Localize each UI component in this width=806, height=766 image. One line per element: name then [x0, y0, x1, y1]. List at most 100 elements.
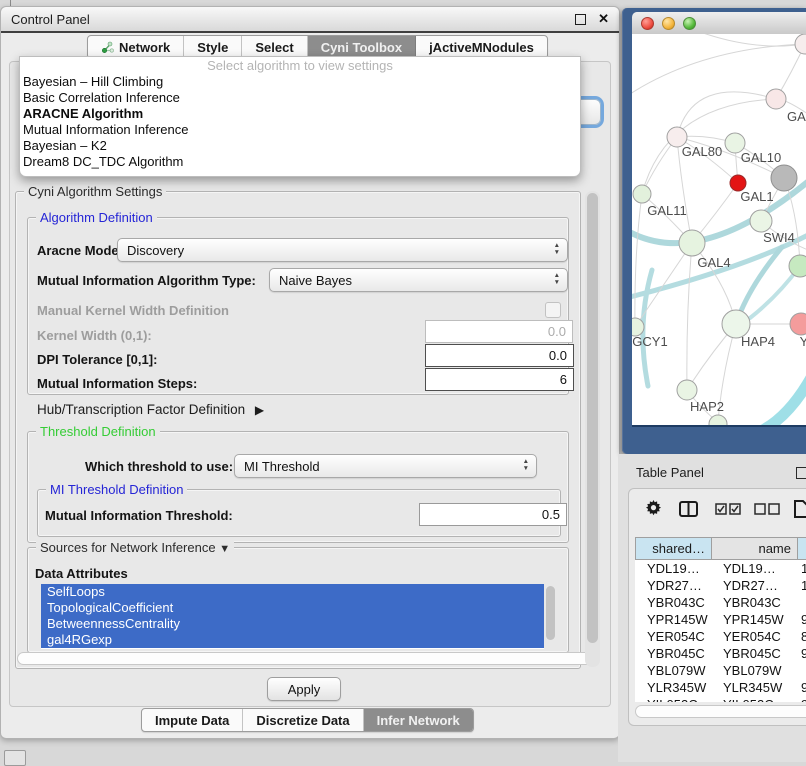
algorithm-definition-title: Algorithm Definition [36, 210, 157, 225]
combo-arrows-icon: ▲▼ [554, 242, 560, 256]
gear-icon[interactable] [645, 500, 662, 522]
algorithm-dropdown: Select algorithm to view settings Bayesi… [19, 56, 581, 177]
mi-algorithm-type-label: Mutual Information Algorithm Type: [37, 273, 256, 288]
table-panel-title: Table Panel [636, 465, 704, 480]
bottom-tab-impute-data[interactable]: Impute Data [142, 709, 243, 731]
hub-definition-toggle[interactable]: Hub/Transcription Factor Definition ▶ [37, 402, 264, 417]
node-label: GAL11 [647, 203, 687, 218]
float-table-panel-icon[interactable] [796, 467, 806, 479]
network-edge[interactable] [635, 194, 642, 327]
algorithm-option[interactable]: Bayesian – K2 [20, 138, 580, 154]
mi-threshold-label: Mutual Information Threshold: [45, 508, 233, 523]
table-body: YDL19…YDL19…13YDR27…YDR27…12YBR043CYBR04… [635, 560, 806, 702]
unchecked-columns-icon[interactable] [754, 502, 780, 520]
settings-horizontal-scrollbar[interactable] [17, 652, 597, 665]
table-cell: YBR043C [711, 595, 797, 610]
table-row[interactable]: YDL19…YDL19…13 [635, 560, 806, 577]
column-header[interactable]: shared… [635, 537, 711, 560]
mi-threshold-field[interactable]: 0.5 [419, 503, 567, 526]
close-window-icon[interactable] [641, 17, 654, 30]
network-canvas[interactable]: GALGAL80GAL10GAL1GAL11GAL4SWI4GCY1HAP4YH… [632, 34, 806, 427]
float-panel-icon[interactable] [575, 14, 586, 25]
tab-style[interactable]: Style [184, 36, 242, 58]
table-row[interactable]: YBL079WYBL079W [635, 662, 806, 679]
which-threshold-select[interactable]: MI Threshold ▲▼ [234, 454, 537, 478]
network-window-titlebar[interactable] [632, 12, 806, 35]
node-label: HAP2 [690, 399, 724, 414]
manual-kernel-width-checkbox[interactable] [545, 302, 561, 318]
network-node[interactable] [677, 380, 697, 400]
table-toolbar [629, 497, 806, 525]
data-attributes-list[interactable]: SelfLoopsTopologicalCoefficientBetweenne… [41, 584, 544, 649]
algorithm-option[interactable]: ARACNE Algorithm [20, 106, 580, 122]
table-row[interactable]: YLR345WYLR345W9. [635, 679, 806, 696]
tab-label: Cyni Toolbox [321, 40, 402, 55]
table-header: shared…name [635, 537, 806, 560]
network-edge[interactable] [692, 34, 805, 46]
table-cell: 8. [797, 629, 806, 644]
table-row[interactable]: YBR043CYBR043C [635, 594, 806, 611]
table-row[interactable]: YPR145WYPR145W9. [635, 611, 806, 628]
table-cell: YPR145W [711, 612, 797, 627]
bottom-tab-infer-network[interactable]: Infer Network [364, 709, 473, 731]
sources-group-title[interactable]: Sources for Network Inference ▼ [36, 540, 234, 555]
mi-algorithm-type-select[interactable]: Naive Bayes ▲▼ [269, 268, 568, 292]
attributes-list-scrollbar[interactable] [546, 586, 555, 640]
kernel-width-label: Kernel Width (0,1): [37, 328, 152, 343]
network-edge[interactable] [635, 243, 692, 327]
network-node[interactable] [790, 313, 806, 335]
table-row[interactable]: YDR27…YDR27…12 [635, 577, 806, 594]
tab-jactivemnodules[interactable]: jActiveMNodules [416, 36, 547, 58]
apply-button[interactable]: Apply [267, 677, 341, 701]
attribute-item[interactable]: SelfLoops [41, 584, 544, 600]
table-row[interactable]: YBR045CYBR045C9. [635, 645, 806, 662]
kernel-width-field[interactable]: 0.0 [425, 320, 573, 343]
network-edge[interactable] [748, 376, 806, 425]
network-node[interactable] [789, 255, 806, 277]
zoom-window-icon[interactable] [683, 17, 696, 30]
network-node[interactable] [795, 34, 806, 54]
network-edge[interactable] [677, 92, 776, 137]
attribute-item[interactable]: TopologicalCoefficient [41, 600, 544, 616]
table-cell: YER054C [711, 629, 797, 644]
algorithm-option[interactable]: Mutual Information Inference [20, 122, 580, 138]
network-node[interactable] [766, 89, 786, 109]
settings-scrollbar-thumb[interactable] [587, 193, 598, 643]
table-cell: YDR27… [635, 578, 711, 593]
panel-title: Control Panel [11, 12, 90, 27]
column-header[interactable]: name [711, 537, 797, 560]
bottom-tab-discretize-data[interactable]: Discretize Data [243, 709, 363, 731]
algorithm-option[interactable]: Basic Correlation Inference [20, 90, 580, 106]
aracne-mode-select[interactable]: Discovery ▲▼ [117, 238, 568, 262]
network-edge[interactable] [687, 243, 692, 390]
document-icon[interactable] [793, 500, 806, 523]
tab-label: Network [119, 40, 170, 55]
minimize-window-icon[interactable] [662, 17, 675, 30]
network-edge[interactable] [632, 44, 805, 94]
table-cell: YDR27… [711, 578, 797, 593]
table-row[interactable]: YIL052CYIL052C9. [635, 696, 806, 702]
network-node[interactable] [679, 230, 705, 256]
algorithm-option[interactable]: Dream8 DC_TDC Algorithm [20, 154, 580, 170]
attribute-item[interactable]: gal4RGexp [41, 632, 544, 648]
minimized-panel-icon[interactable] [4, 750, 26, 766]
split-columns-icon[interactable] [679, 501, 698, 522]
checked-columns-icon[interactable] [715, 502, 741, 520]
network-node[interactable] [633, 185, 651, 203]
network-node[interactable] [750, 210, 772, 232]
tab-network[interactable]: Network [88, 36, 184, 58]
tab-cyni-toolbox[interactable]: Cyni Toolbox [308, 36, 416, 58]
network-node[interactable] [771, 165, 797, 191]
column-header[interactable] [797, 537, 806, 560]
algorithm-option[interactable]: Bayesian – Hill Climbing [20, 74, 580, 90]
close-panel-icon[interactable]: ✕ [598, 11, 609, 27]
table-row[interactable]: YER054CYER054C8. [635, 628, 806, 645]
tab-select[interactable]: Select [242, 36, 307, 58]
table-horizontal-scrollbar[interactable] [635, 705, 806, 718]
table-cell: 12 [797, 578, 806, 593]
dpi-tolerance-field[interactable]: 0.0 [425, 344, 574, 367]
table-cell: 9. [797, 697, 806, 702]
node-label: GAL [787, 109, 806, 124]
attribute-item[interactable]: BetweennessCentrality [41, 616, 544, 632]
mi-steps-field[interactable]: 6 [425, 368, 574, 391]
